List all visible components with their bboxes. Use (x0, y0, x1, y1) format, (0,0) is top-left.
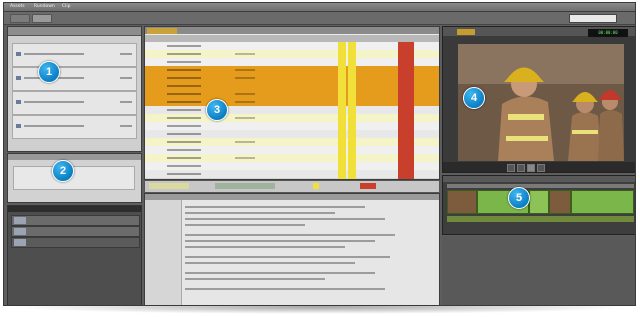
asset-icon (16, 76, 21, 80)
asset-icon (16, 124, 21, 128)
bin-item[interactable] (11, 226, 140, 237)
timeline-clip[interactable] (529, 190, 549, 214)
video-track (447, 190, 634, 214)
clip-thumbnail[interactable] (549, 190, 571, 214)
timeline-panel (442, 175, 635, 235)
status-column (348, 42, 356, 179)
timeline-ruler[interactable] (447, 184, 634, 188)
panel-header (8, 206, 141, 212)
callout-badge: 1 (38, 61, 60, 83)
audio-track[interactable] (447, 216, 634, 222)
rewind-icon[interactable] (507, 164, 515, 172)
thumbnail (14, 228, 26, 235)
rundown-grid (144, 26, 440, 180)
stop-icon[interactable] (517, 164, 525, 172)
asset-row[interactable] (12, 115, 137, 139)
callout-badge: 5 (508, 187, 530, 209)
toolbar-button[interactable] (10, 14, 30, 23)
asset-row[interactable] (12, 43, 137, 67)
asset-browser-panel (7, 26, 142, 152)
toolbar (4, 12, 635, 25)
asset-row[interactable] (12, 67, 137, 91)
callout-badge: 2 (52, 160, 74, 182)
play-icon[interactable] (527, 164, 535, 172)
asset-icon (16, 100, 21, 104)
search-input[interactable] (569, 14, 617, 23)
panel-header (145, 194, 439, 200)
fast-forward-icon[interactable] (537, 164, 545, 172)
application-window: Assets Rundown Clip 00:00:00 (3, 2, 636, 306)
alert-column (398, 42, 414, 179)
panel-header (8, 27, 141, 36)
thumbnail (14, 217, 26, 224)
script-editor[interactable] (144, 193, 440, 305)
status-column (338, 42, 346, 179)
menu-item[interactable]: Assets (10, 4, 25, 9)
timeline-clip[interactable] (571, 190, 634, 214)
table-row[interactable] (145, 170, 439, 179)
transport-controls (443, 162, 635, 172)
bin-panel (7, 205, 142, 305)
properties-field[interactable] (13, 166, 135, 190)
panel-header (8, 154, 141, 160)
grid-tab[interactable] (147, 28, 177, 34)
viewer-header: 00:00:00 (443, 27, 635, 37)
bin-item[interactable] (11, 215, 140, 226)
menu-item[interactable]: Clip (62, 4, 71, 9)
menu-bar: Assets Rundown Clip (4, 3, 635, 12)
format-toolbar (144, 180, 440, 193)
bin-item[interactable] (11, 237, 140, 248)
asset-row[interactable] (12, 91, 137, 115)
thumbnail (14, 239, 26, 246)
grid-tab-bar (145, 27, 439, 34)
properties-panel (7, 153, 142, 203)
callout-badge: 4 (463, 87, 485, 109)
viewer-tab[interactable] (457, 29, 475, 35)
editor-gutter (145, 200, 182, 305)
clip-thumbnail[interactable] (447, 190, 477, 214)
timecode-display: 00:00:00 (588, 29, 628, 37)
menu-item[interactable]: Rundown (34, 4, 55, 9)
callout-badge: 3 (206, 99, 228, 121)
panel-header (443, 176, 635, 182)
toolbar-button[interactable] (32, 14, 52, 23)
empty-workspace (442, 236, 635, 305)
asset-icon (16, 52, 21, 56)
